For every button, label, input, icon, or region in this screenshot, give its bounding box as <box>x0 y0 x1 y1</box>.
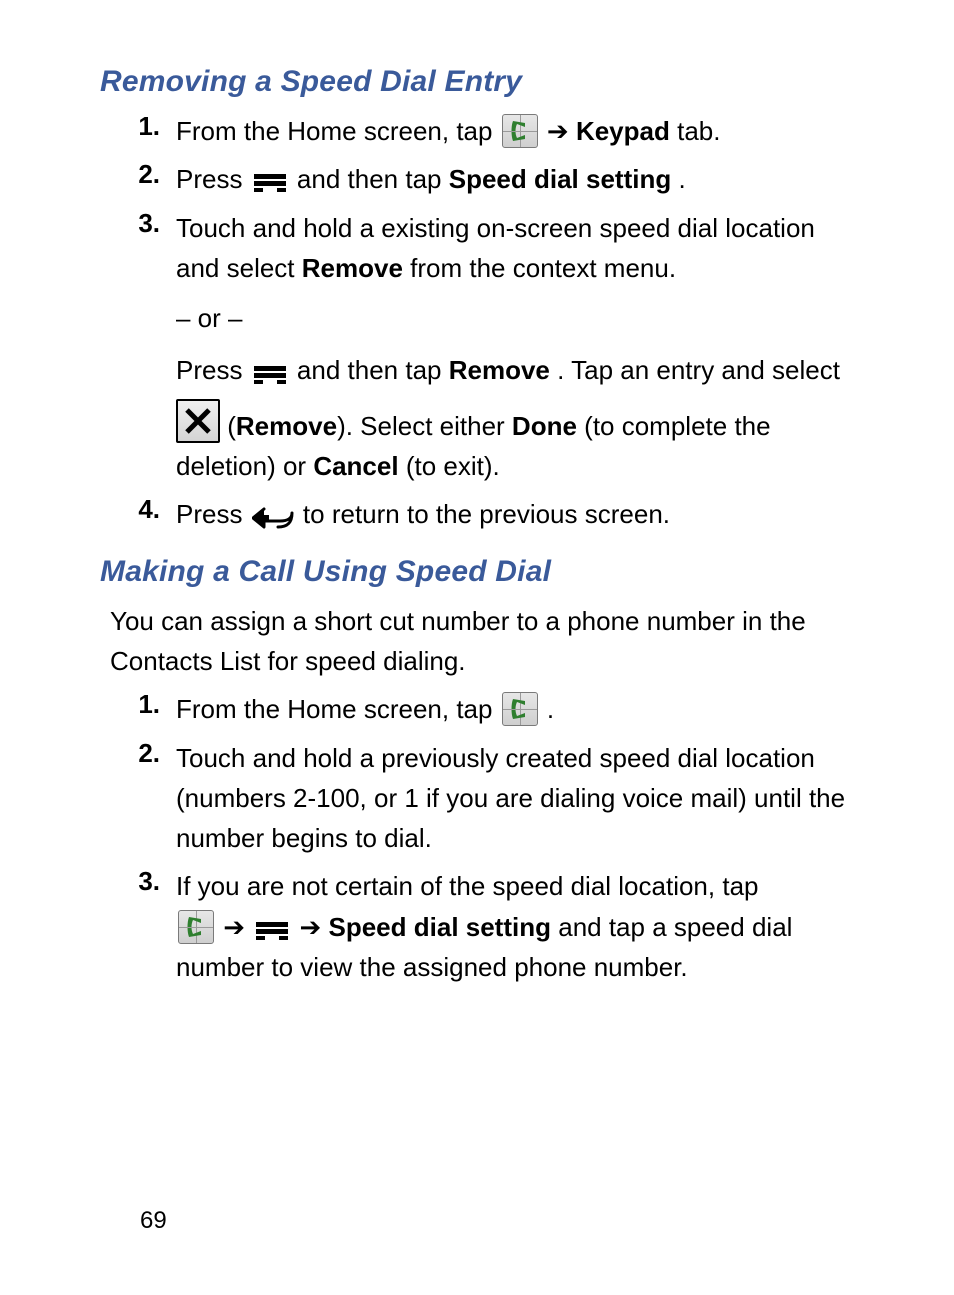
text: and then tap <box>297 355 449 385</box>
text: ( <box>227 411 236 441</box>
text: From the Home screen, tap <box>176 694 500 724</box>
or-divider: – or – <box>176 298 864 338</box>
step-3: 3. If you are not certain of the speed d… <box>128 866 864 987</box>
phone-icon <box>502 692 538 726</box>
text: to return to the previous screen. <box>303 499 670 529</box>
step-number: 3. <box>128 208 176 239</box>
menu-icon <box>252 364 288 386</box>
heading-removing-speed-dial: Removing a Speed Dial Entry <box>100 65 864 99</box>
text: . <box>547 694 554 724</box>
step-body: Touch and hold a previously created spee… <box>176 738 864 859</box>
step-2: 2. Press and then tap Speed dial setting… <box>128 159 864 199</box>
intro-paragraph: You can assign a short cut number to a p… <box>110 601 864 682</box>
step-4: 4. Press to return to the previous scree… <box>128 494 864 534</box>
step-body: From the Home screen, tap . <box>176 689 554 729</box>
steps-section1: 1. From the Home screen, tap ➔ Keypad ta… <box>128 111 864 535</box>
text: (to exit). <box>406 451 500 481</box>
text: Press <box>176 499 250 529</box>
step-number: 2. <box>128 738 176 769</box>
step-body: From the Home screen, tap ➔ Keypad tab. <box>176 111 720 151</box>
step-number: 1. <box>128 111 176 142</box>
step-body: Press to return to the previous screen. <box>176 494 670 534</box>
phone-icon <box>502 114 538 148</box>
step-number: 3. <box>128 866 176 897</box>
step-number: 1. <box>128 689 176 720</box>
step-number: 2. <box>128 159 176 190</box>
step-2: 2. Touch and hold a previously created s… <box>128 738 864 859</box>
step-3: 3. Touch and hold a existing on-screen s… <box>128 208 864 487</box>
text: ➔ <box>223 912 252 942</box>
text-bold: Done <box>512 411 577 441</box>
text: ➔ <box>547 116 576 146</box>
phone-icon <box>178 910 214 944</box>
menu-icon <box>254 920 290 942</box>
text: . Tap an entry and select <box>557 355 840 385</box>
text: If you are not certain of the speed dial… <box>176 871 759 901</box>
step-number: 4. <box>128 494 176 525</box>
text-bold: Speed dial setting <box>329 912 552 942</box>
text: from the context menu. <box>410 253 676 283</box>
text: ). Select either <box>337 411 512 441</box>
text: tab. <box>677 116 720 146</box>
heading-making-call-speed-dial: Making a Call Using Speed Dial <box>100 555 864 589</box>
menu-icon <box>252 172 288 194</box>
manual-page: Removing a Speed Dial Entry 1. From the … <box>0 0 954 1295</box>
step-3-alt: Press and then tap Remove . Tap an entry… <box>176 350 864 486</box>
text-bold: Remove <box>302 253 403 283</box>
text: Press <box>176 355 250 385</box>
step-body: If you are not certain of the speed dial… <box>176 866 864 987</box>
text-bold: Cancel <box>313 451 398 481</box>
text: . <box>678 164 685 194</box>
text-bold: Keypad <box>576 116 670 146</box>
remove-x-icon <box>176 399 220 443</box>
back-icon <box>252 506 294 532</box>
text: ➔ <box>299 912 328 942</box>
step-body: Touch and hold a existing on-screen spee… <box>176 208 864 487</box>
text-bold: Remove <box>449 355 550 385</box>
step-body: Press and then tap Speed dial setting . <box>176 159 686 199</box>
text-bold: Speed dial setting <box>449 164 672 194</box>
step-1: 1. From the Home screen, tap . <box>128 689 864 729</box>
text: and then tap <box>297 164 449 194</box>
text: Press <box>176 164 250 194</box>
steps-section2: 1. From the Home screen, tap . 2. Touch … <box>128 689 864 987</box>
step-1: 1. From the Home screen, tap ➔ Keypad ta… <box>128 111 864 151</box>
text-bold: Remove <box>236 411 337 441</box>
text: From the Home screen, tap <box>176 116 500 146</box>
page-number: 69 <box>140 1207 167 1235</box>
